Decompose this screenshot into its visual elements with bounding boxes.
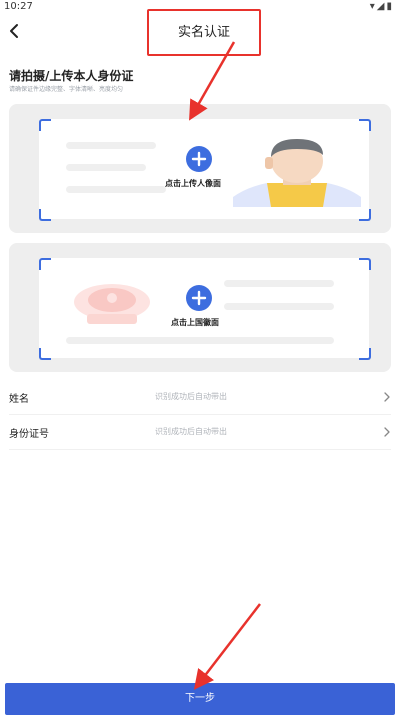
annotation-arrow (189, 41, 236, 121)
annotation-arrow (193, 603, 261, 690)
annotation-arrows (189, 41, 261, 690)
